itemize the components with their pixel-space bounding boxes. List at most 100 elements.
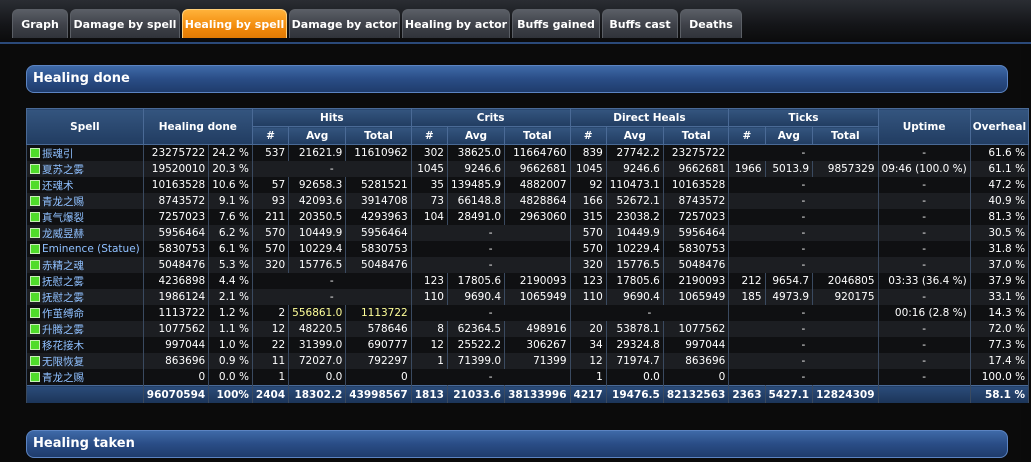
col-direct-count[interactable]: # — [569, 126, 607, 145]
section-header-healing-done[interactable]: Healing done — [26, 65, 1008, 93]
spell-name[interactable]: 赤精之魂 — [42, 260, 84, 272]
table-row[interactable]: 移花接木 997044 1.0 % 22 31399.0 690777 12 25522.2 3… — [26, 337, 1030, 353]
table-row[interactable]: 青龙之赐 8743572 9.1 % 93 42093.6 3914708 73 66148.… — [26, 193, 1030, 209]
spell-name[interactable]: Eminence (Statue) — [42, 243, 140, 255]
col-hits[interactable]: Hits — [251, 108, 412, 127]
spell-cell[interactable]: 抚慰之雾 — [26, 273, 144, 289]
spell-cell[interactable]: 升腾之雾 — [26, 321, 144, 337]
spell-name[interactable]: 振魂引 — [42, 148, 74, 160]
overheal-value: 37.0 % — [969, 257, 1030, 273]
table-row[interactable]: 青龙之赐 0 0.0 % 1 0.0 0-1 0.0 0- -100.0 % — [26, 369, 1030, 386]
tab-buffs-gained[interactable]: Buffs gained — [512, 9, 600, 38]
spell-cell[interactable]: 青龙之赐 — [26, 369, 144, 386]
col-overheal[interactable]: Overheal — [969, 108, 1030, 145]
col-ticks-count[interactable]: # — [728, 126, 766, 145]
spell-name[interactable]: 青龙之赐 — [42, 196, 84, 208]
tab-bar: Graph Damage by spell Healing by spell D… — [0, 0, 1031, 44]
col-ticks-total[interactable]: Total — [812, 126, 879, 145]
spell-cell[interactable]: 抚慰之雾 — [26, 289, 144, 305]
spell-name[interactable]: 移花接木 — [42, 340, 84, 352]
value-cell: 320 — [251, 257, 290, 273]
empty-cell: - — [728, 209, 879, 225]
spell-cell[interactable]: 赤精之魂 — [26, 257, 144, 273]
table-row[interactable]: Eminence (Statue) 5830753 6.1 % 570 10229.4 5… — [26, 241, 1030, 257]
col-hits-count[interactable]: # — [251, 126, 290, 145]
spell-name[interactable]: 抚慰之雾 — [42, 292, 84, 304]
col-crits-count[interactable]: # — [410, 126, 448, 145]
uptime-value: - — [877, 337, 971, 353]
spell-name[interactable]: 龙威昱赫 — [42, 228, 84, 240]
spell-name[interactable]: 夏苏之雾 — [42, 164, 84, 176]
value-cell: 5048476 — [345, 257, 412, 273]
col-direct-total[interactable]: Total — [662, 126, 730, 145]
tab-damage-by-spell[interactable]: Damage by spell — [70, 9, 180, 38]
col-ticks-avg[interactable]: Avg — [764, 126, 814, 145]
spell-cell[interactable]: 作茧缚命 — [26, 305, 144, 321]
table-row[interactable]: 赤精之魂 5048476 5.3 % 320 15776.5 5048476-320 157… — [26, 257, 1030, 273]
value-cell: 4828864 — [504, 193, 571, 209]
value-cell: 570 — [251, 225, 290, 241]
tab-graph[interactable]: Graph — [12, 9, 68, 38]
col-hits-total[interactable]: Total — [345, 126, 412, 145]
table-row[interactable]: 抚慰之雾 4236898 4.4 % -123 17805.6 2190093 123 178… — [26, 273, 1030, 289]
value-cell: 15776.5 — [605, 257, 664, 273]
col-crits-total[interactable]: Total — [504, 126, 571, 145]
table-row[interactable]: 龙威昱赫 5956464 6.2 % 570 10449.9 5956464-570 104… — [26, 225, 1030, 241]
spell-cell[interactable]: 移花接木 — [26, 337, 144, 353]
uptime-value: - — [877, 193, 971, 209]
spell-cell[interactable]: 龙威昱赫 — [26, 225, 144, 241]
col-hits-avg[interactable]: Avg — [288, 126, 347, 145]
spell-cell[interactable]: 无限恢复 — [26, 353, 144, 369]
value-cell: 212 — [728, 273, 766, 289]
value-cell: 320 — [569, 257, 607, 273]
healing-done-percent: 0.0 % — [208, 369, 253, 386]
spell-name[interactable]: 无限恢复 — [42, 356, 84, 368]
spell-name[interactable]: 青龙之赐 — [42, 372, 84, 384]
table-row[interactable]: 抚慰之雾 1986124 2.1 % -110 9690.4 1065949 110 9690… — [26, 289, 1030, 305]
col-spell[interactable]: Spell — [26, 108, 144, 145]
spell-name[interactable]: 抚慰之雾 — [42, 276, 84, 288]
table-row[interactable]: 作茧缚命 1113722 1.2 % 2 556861.0 1113722- - -00:16… — [26, 305, 1030, 321]
col-direct-avg[interactable]: Avg — [605, 126, 664, 145]
spell-name[interactable]: 真气爆裂 — [42, 212, 84, 224]
col-uptime[interactable]: Uptime — [877, 108, 971, 145]
spell-name[interactable]: 作茧缚命 — [42, 308, 84, 320]
table-row[interactable]: 还魂术 10163528 10.6 % 57 92658.3 5281521 35 13948… — [26, 177, 1030, 193]
total-cell: 12824309 — [812, 385, 879, 403]
healing-done-percent: 1.0 % — [208, 337, 253, 353]
spell-cell[interactable]: 青龙之赐 — [26, 193, 144, 209]
table-row[interactable]: 无限恢复 863696 0.9 % 11 72027.0 792297 1 71399.0 71… — [26, 353, 1030, 369]
tab-buffs-cast[interactable]: Buffs cast — [602, 9, 678, 38]
table-row[interactable]: 夏苏之雾 19520010 20.3 % -1045 9246.6 9662681 1045… — [26, 161, 1030, 177]
value-cell: 578646 — [345, 321, 412, 337]
spell-cell[interactable]: 振魂引 — [26, 144, 144, 161]
section-header-healing-taken[interactable]: Healing taken — [26, 430, 1008, 458]
uptime-value: 09:46 (100.0 %) — [877, 161, 971, 177]
tab-deaths[interactable]: Deaths — [680, 9, 742, 38]
spell-cell[interactable]: 还魂术 — [26, 177, 144, 193]
spell-cell[interactable]: 真气爆裂 — [26, 209, 144, 225]
spell-name[interactable]: 升腾之雾 — [42, 324, 84, 336]
uptime-value: - — [877, 321, 971, 337]
table-row[interactable]: 振魂引 23275722 24.2 % 537 21621.9 11610962 302 38… — [26, 144, 1030, 161]
spell-cell[interactable]: Eminence (Statue) — [26, 241, 144, 257]
spell-name[interactable]: 还魂术 — [42, 180, 74, 192]
spell-color-icon — [30, 324, 40, 334]
uptime-value: - — [877, 144, 971, 161]
overheal-value: 14.3 % — [969, 305, 1030, 321]
tab-healing-by-actor[interactable]: Healing by actor — [402, 9, 510, 38]
tab-healing-by-spell[interactable]: Healing by spell — [182, 9, 287, 38]
col-crits[interactable]: Crits — [410, 108, 571, 127]
spell-cell[interactable]: 夏苏之雾 — [26, 161, 144, 177]
tab-damage-by-actor[interactable]: Damage by actor — [289, 9, 400, 38]
col-healing-done[interactable]: Healing done — [142, 108, 253, 145]
value-cell: 12 — [569, 353, 607, 369]
value-cell: 27742.2 — [605, 144, 664, 161]
empty-cell: - — [728, 353, 879, 369]
value-cell: 1 — [251, 369, 290, 386]
col-ticks[interactable]: Ticks — [728, 108, 879, 127]
table-row[interactable]: 升腾之雾 1077562 1.1 % 12 48220.5 578646 8 62364.5 4… — [26, 321, 1030, 337]
table-row[interactable]: 真气爆裂 7257023 7.6 % 211 20350.5 4293963 104 2849… — [26, 209, 1030, 225]
col-direct-heals[interactable]: Direct Heals — [569, 108, 730, 127]
col-crits-avg[interactable]: Avg — [446, 126, 506, 145]
